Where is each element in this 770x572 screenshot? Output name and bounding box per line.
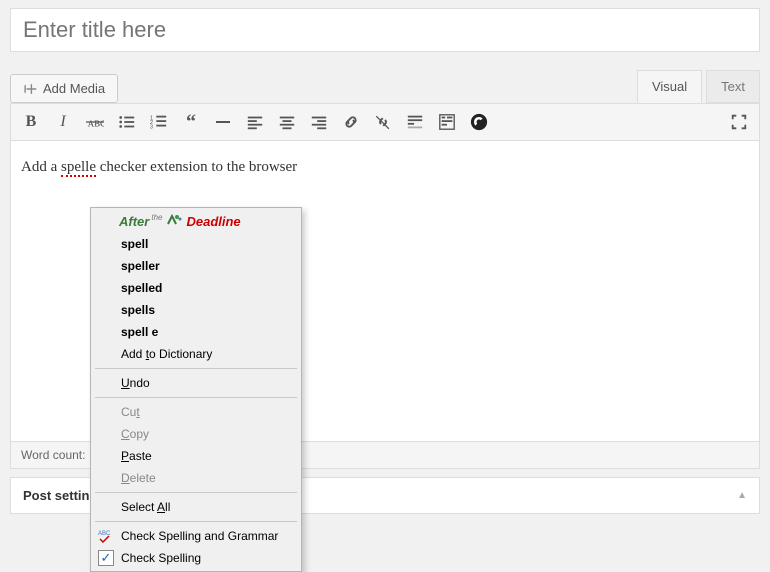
bold-button[interactable]: B: [19, 110, 43, 134]
link-button[interactable]: [339, 110, 363, 134]
suggestion-item[interactable]: spelled: [93, 277, 299, 299]
media-icon: [23, 82, 37, 96]
separator: [95, 492, 297, 493]
add-to-dictionary[interactable]: Add to Dictionary: [93, 343, 299, 365]
cut: Cut: [93, 401, 299, 423]
insert-more-button[interactable]: [403, 110, 427, 134]
svg-text:3: 3: [150, 124, 153, 130]
separator: [95, 521, 297, 522]
delete: Delete: [93, 467, 299, 489]
suggestion-item[interactable]: spell e: [93, 321, 299, 343]
suggestion-item[interactable]: spells: [93, 299, 299, 321]
content-text-after: checker extension to the browser: [96, 159, 297, 175]
strikethrough-button[interactable]: ᴀʙᴄ: [83, 110, 107, 134]
title-input[interactable]: [10, 8, 760, 52]
numbered-list-button[interactable]: 123: [147, 110, 171, 134]
context-menu: After the Deadline spell speller spelled…: [90, 207, 302, 572]
toolbar-toggle-button[interactable]: [435, 110, 459, 134]
editor-tabs: Visual Text: [633, 70, 760, 103]
brand-deadline: Deadline: [186, 214, 240, 229]
suggestion-item[interactable]: speller: [93, 255, 299, 277]
fullscreen-button[interactable]: [727, 110, 751, 134]
atd-brand: After the Deadline: [93, 210, 299, 233]
brand-after: After: [119, 214, 149, 229]
copy: Copy: [93, 423, 299, 445]
post-settings-label: Post settin: [23, 488, 89, 503]
align-right-button[interactable]: [307, 110, 331, 134]
blockquote-button[interactable]: “: [179, 110, 203, 134]
check-spelling-grammar[interactable]: ABC Check Spelling and Grammar: [93, 525, 299, 547]
misspelled-word[interactable]: spelle: [61, 159, 96, 177]
select-all[interactable]: Select All: [93, 496, 299, 518]
brand-logo-icon: [166, 214, 182, 226]
align-left-button[interactable]: [243, 110, 267, 134]
separator: [95, 368, 297, 369]
toggle-arrow-icon: ▲: [737, 490, 747, 501]
suggestion-item[interactable]: spell: [93, 233, 299, 255]
unlink-button[interactable]: [371, 110, 395, 134]
bullet-list-button[interactable]: [115, 110, 139, 134]
tab-visual[interactable]: Visual: [637, 70, 702, 103]
proofread-button[interactable]: [467, 110, 491, 134]
brand-the: the: [151, 213, 162, 222]
check-spelling[interactable]: ✓ Check Spelling: [93, 547, 299, 569]
add-media-button[interactable]: Add Media: [10, 74, 118, 103]
italic-button[interactable]: I: [51, 110, 75, 134]
align-center-button[interactable]: [275, 110, 299, 134]
abc-check-icon: ABC: [98, 528, 114, 544]
tab-text[interactable]: Text: [706, 70, 760, 103]
word-count-label: Word count:: [21, 448, 85, 462]
undo[interactable]: Undo: [93, 372, 299, 394]
content-text-before: Add a: [21, 159, 61, 175]
paste[interactable]: Paste: [93, 445, 299, 467]
toolbar: B I ᴀʙᴄ 123 “: [11, 104, 759, 141]
hr-button[interactable]: [211, 110, 235, 134]
check-icon: ✓: [98, 550, 114, 566]
add-media-label: Add Media: [43, 81, 105, 96]
separator: [95, 397, 297, 398]
